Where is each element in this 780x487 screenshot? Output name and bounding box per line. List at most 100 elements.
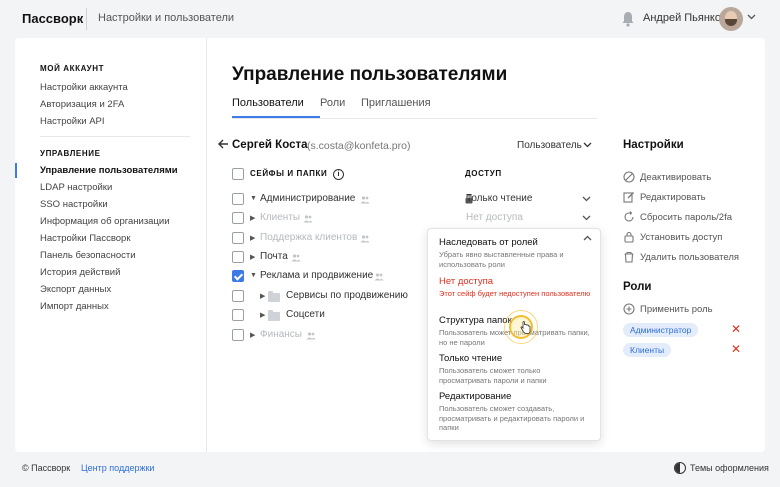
- sidebar-section-account: МОЙ АККАУНТ: [40, 64, 105, 73]
- user-name[interactable]: Андрей Пьянков: [643, 12, 727, 24]
- vault-row-label[interactable]: Поддержка клиентов: [260, 232, 357, 243]
- sidebar-item-passwork-settings[interactable]: Настройки Пассворк: [40, 233, 131, 244]
- user-role-select[interactable]: Пользователь: [517, 140, 582, 151]
- expand-triangle-icon[interactable]: ▶: [250, 253, 255, 261]
- lock-icon: [624, 231, 634, 243]
- bell-icon[interactable]: [621, 11, 635, 27]
- top-divider: [86, 8, 87, 30]
- expand-triangle-icon[interactable]: ▶: [260, 311, 265, 319]
- sidebar-item-ldap[interactable]: LDAP настройки: [40, 182, 112, 193]
- chevron-down-icon[interactable]: [582, 196, 591, 202]
- expand-triangle-icon[interactable]: ▶: [250, 331, 255, 339]
- folder-icon: [268, 310, 280, 321]
- info-icon[interactable]: i: [333, 169, 344, 180]
- sidebar-item-import[interactable]: Импорт данных: [40, 301, 109, 312]
- collapse-triangle-icon[interactable]: ▼: [250, 195, 257, 202]
- access-value[interactable]: Нет доступа: [466, 212, 523, 223]
- copyright: © Пассворк: [22, 463, 71, 473]
- active-indicator: [15, 163, 17, 178]
- people-icon: [291, 254, 301, 262]
- folder-row-label[interactable]: Соцсети: [286, 309, 325, 320]
- vault-row-label[interactable]: Почта: [260, 251, 288, 262]
- role-badge: Клиенты: [623, 343, 672, 357]
- sidebar-item-export[interactable]: Экспорт данных: [40, 284, 111, 295]
- sidebar-item-sso[interactable]: SSO настройки: [40, 199, 108, 210]
- sidebar-item-org-info[interactable]: Информация об организации: [40, 216, 170, 227]
- tab-roles[interactable]: Роли: [320, 97, 345, 109]
- people-icon: [360, 235, 370, 243]
- vault-row-label[interactable]: Клиенты: [260, 212, 300, 223]
- option-read-only-desc: Пользователь сможет только просматривать…: [439, 366, 547, 385]
- top-bar: Пассворк Настройки и пользователи Андрей…: [0, 0, 780, 38]
- user-email: (s.costa@konfeta.pro): [307, 140, 411, 152]
- chevron-down-icon[interactable]: [583, 142, 592, 148]
- sidebar-item-security-panel[interactable]: Панель безопасности: [40, 250, 136, 261]
- edit-icon: [623, 192, 634, 203]
- tab-invitations[interactable]: Приглашения: [361, 97, 431, 109]
- option-read-only[interactable]: Только чтение: [439, 353, 502, 364]
- expand-triangle-icon[interactable]: ▶: [250, 234, 255, 242]
- chevron-down-icon[interactable]: [747, 14, 756, 20]
- option-edit[interactable]: Редактирование: [439, 391, 511, 402]
- sidebar-item-account-settings[interactable]: Настройки аккаунта: [40, 82, 128, 93]
- row-checkbox[interactable]: [232, 309, 244, 321]
- sidebar-item-auth-2fa[interactable]: Авторизация и 2FA: [40, 99, 124, 110]
- col-access-header: ДОСТУП: [465, 169, 502, 178]
- chevron-down-icon[interactable]: [582, 215, 591, 221]
- avatar[interactable]: [719, 7, 743, 31]
- remove-role-icon[interactable]: ✕: [731, 322, 741, 336]
- option-no-access-desc: Этот сейф будет недоступен пользователю: [439, 289, 591, 298]
- action-deactivate[interactable]: Деактивировать: [640, 172, 711, 183]
- brand-logo[interactable]: Пассворк: [22, 11, 83, 26]
- action-edit[interactable]: Редактировать: [640, 192, 706, 203]
- vault-row-label[interactable]: Реклама и продвижение: [260, 270, 373, 281]
- theme-switcher[interactable]: Темы оформления: [690, 463, 769, 473]
- sidebar: МОЙ АККАУНТ Настройки аккаунта Авторизац…: [15, 38, 207, 452]
- action-set-access[interactable]: Установить доступ: [640, 232, 722, 243]
- action-reset-password[interactable]: Сбросить пароль/2fa: [640, 212, 732, 223]
- vault-row-label[interactable]: Финансы: [260, 329, 302, 340]
- theme-icon[interactable]: [674, 462, 686, 474]
- row-checkbox[interactable]: [232, 251, 244, 263]
- user-full-name: Сергей Коста: [232, 139, 308, 151]
- expand-triangle-icon[interactable]: ▶: [250, 214, 255, 222]
- row-checkbox[interactable]: [232, 290, 244, 302]
- sidebar-item-api[interactable]: Настройки API: [40, 116, 105, 127]
- add-circle-icon: [623, 303, 635, 315]
- access-value[interactable]: Только чтение: [466, 193, 532, 204]
- page-title: Управление пользователями: [232, 64, 508, 85]
- sidebar-item-user-management[interactable]: Управление пользователями: [40, 165, 178, 176]
- support-link[interactable]: Центр поддержки: [81, 463, 154, 473]
- tab-users[interactable]: Пользователи: [232, 97, 304, 109]
- option-inherit[interactable]: Наследовать от ролей: [439, 237, 538, 248]
- action-delete-user[interactable]: Удалить пользователя: [640, 252, 739, 263]
- col-vaults-header: СЕЙФЫ И ПАПКИ: [250, 169, 328, 178]
- option-inherit-desc: Убрать явно выставленные права и использ…: [439, 250, 564, 269]
- apply-role-button[interactable]: Применить роль: [640, 304, 713, 315]
- role-badge: Администратор: [623, 323, 699, 337]
- expand-triangle-icon[interactable]: ▶: [260, 292, 265, 300]
- row-checkbox[interactable]: [232, 329, 244, 341]
- row-checkbox[interactable]: [232, 212, 244, 224]
- collapse-triangle-icon[interactable]: ▼: [250, 272, 257, 279]
- select-all-checkbox[interactable]: [232, 168, 244, 180]
- vault-row-label[interactable]: Администрирование: [260, 193, 355, 204]
- deactivate-icon: [623, 171, 635, 183]
- tabs-divider: [232, 118, 597, 119]
- folder-row-label[interactable]: Сервисы по продвижению: [286, 290, 408, 301]
- option-no-access[interactable]: Нет доступа: [439, 276, 493, 287]
- row-checkbox[interactable]: [232, 232, 244, 244]
- row-checkbox[interactable]: [232, 193, 244, 205]
- people-icon: [374, 273, 384, 281]
- row-checkbox-checked[interactable]: [232, 270, 244, 282]
- settings-title: Настройки: [623, 139, 684, 151]
- reset-icon: [624, 211, 634, 222]
- people-icon: [360, 196, 370, 204]
- option-folder-structure[interactable]: Структура папок: [439, 315, 512, 326]
- chevron-up-icon[interactable]: [583, 235, 592, 241]
- hand-cursor-icon: [520, 321, 531, 334]
- sidebar-item-history[interactable]: История действий: [40, 267, 120, 278]
- remove-role-icon[interactable]: ✕: [731, 342, 741, 356]
- back-arrow-icon[interactable]: [218, 139, 229, 149]
- footer: © Пассворк Центр поддержки Темы оформлен…: [0, 452, 780, 487]
